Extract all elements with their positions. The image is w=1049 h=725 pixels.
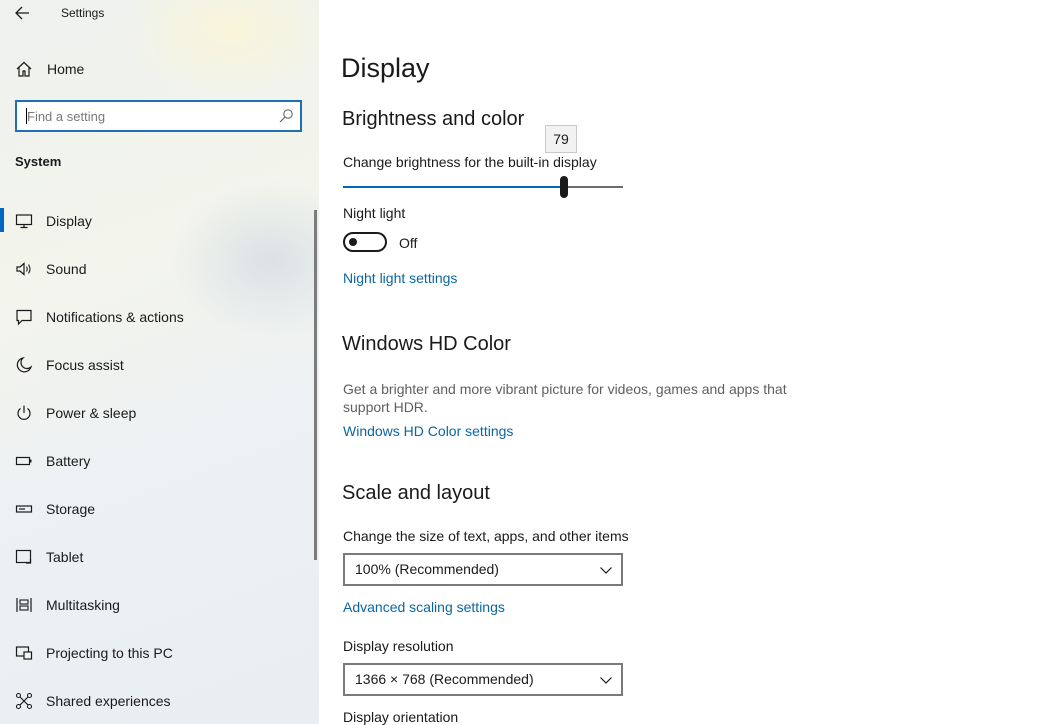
system-nav-list: Display Sound Notifications & actions Fo… <box>0 197 319 724</box>
hd-color-heading: Windows HD Color <box>342 333 511 355</box>
search-icon[interactable] <box>278 108 294 124</box>
sidebar-item-battery[interactable]: Battery <box>0 437 310 485</box>
section-header: System <box>15 154 62 169</box>
dropdown-value: 1366 × 768 (Recommended) <box>355 671 534 687</box>
display-resolution-label: Display resolution <box>343 638 454 654</box>
shared-experiences-icon <box>15 692 33 710</box>
sidebar-item-label: Multitasking <box>46 597 120 613</box>
sidebar-item-label: Storage <box>46 501 96 517</box>
projecting-icon <box>15 646 33 660</box>
sidebar-item-label: Notifications & actions <box>46 309 184 325</box>
brightness-slider-label: Change brightness for the built-in displ… <box>343 154 597 170</box>
sidebar-item-power-sleep[interactable]: Power & sleep <box>0 389 310 437</box>
sidebar-item-projecting[interactable]: Projecting to this PC <box>0 629 310 677</box>
sidebar-item-tablet[interactable]: Tablet <box>0 533 310 581</box>
home-label: Home <box>47 61 85 77</box>
sidebar-item-label: Shared experiences <box>46 693 171 709</box>
sidebar-item-focus-assist[interactable]: Focus assist <box>0 341 310 389</box>
sidebar-item-label: Power & sleep <box>46 405 137 421</box>
sidebar-item-shared-experiences[interactable]: Shared experiences <box>0 677 310 724</box>
sidebar-item-label: Focus assist <box>46 357 124 373</box>
sidebar-item-label: Tablet <box>46 549 84 565</box>
back-arrow-icon <box>15 6 29 20</box>
brightness-heading: Brightness and color <box>342 108 525 130</box>
multitasking-icon <box>16 598 32 612</box>
night-light-state: Off <box>399 235 418 251</box>
sidebar-item-sound[interactable]: Sound <box>0 245 310 293</box>
home-icon <box>16 61 32 77</box>
chevron-down-icon <box>600 677 612 684</box>
moon-icon <box>16 356 33 373</box>
scale-layout-heading: Scale and layout <box>342 482 490 504</box>
speaker-icon <box>16 262 31 276</box>
titlebar: Settings <box>0 0 319 26</box>
storage-icon <box>15 505 33 513</box>
power-icon <box>17 405 31 420</box>
sidebar-item-label: Projecting to this PC <box>46 645 173 661</box>
brightness-slider[interactable] <box>343 176 623 198</box>
sidebar-item-notifications[interactable]: Notifications & actions <box>0 293 310 341</box>
text-size-label: Change the size of text, apps, and other… <box>343 528 629 544</box>
home-nav-item[interactable]: Home <box>15 58 305 80</box>
sidebar-item-storage[interactable]: Storage <box>0 485 310 533</box>
main-content: Display Brightness and color Change brig… <box>319 0 1049 725</box>
advanced-scaling-link[interactable]: Advanced scaling settings <box>343 599 505 615</box>
notification-icon <box>16 309 32 326</box>
brightness-value-tooltip: 79 <box>545 125 577 153</box>
battery-icon <box>15 456 32 466</box>
page-title: Display <box>341 53 430 83</box>
app-title: Settings <box>61 6 105 20</box>
sidebar-item-label: Display <box>46 213 92 229</box>
text-caret <box>26 108 27 124</box>
sidebar-item-label: Battery <box>46 453 91 469</box>
tablet-icon <box>15 549 32 564</box>
back-button[interactable] <box>12 3 34 23</box>
text-size-dropdown[interactable]: 100% (Recommended) <box>343 553 623 586</box>
display-resolution-dropdown[interactable]: 1366 × 768 (Recommended) <box>343 663 623 696</box>
monitor-icon <box>15 214 33 229</box>
hd-color-description: Get a brighter and more vibrant picture … <box>343 381 787 415</box>
search-input[interactable] <box>17 102 267 130</box>
toggle-knob <box>349 238 357 246</box>
sidebar-scrollbar[interactable] <box>314 210 317 560</box>
display-orientation-label: Display orientation <box>343 709 459 725</box>
night-light-label: Night light <box>343 205 406 221</box>
search-box[interactable] <box>15 100 302 132</box>
sidebar-item-display[interactable]: Display <box>0 197 310 245</box>
dropdown-value: 100% (Recommended) <box>355 561 499 577</box>
slider-thumb[interactable] <box>560 176 568 198</box>
sidebar: Settings Home System Display S <box>0 0 319 724</box>
night-light-settings-link[interactable]: Night light settings <box>343 270 457 286</box>
sidebar-item-label: Sound <box>46 261 87 277</box>
sidebar-item-multitasking[interactable]: Multitasking <box>0 581 310 629</box>
hd-color-settings-link[interactable]: Windows HD Color settings <box>343 423 513 439</box>
night-light-toggle[interactable] <box>343 232 387 252</box>
slider-fill <box>343 186 564 188</box>
chevron-down-icon <box>600 567 612 574</box>
